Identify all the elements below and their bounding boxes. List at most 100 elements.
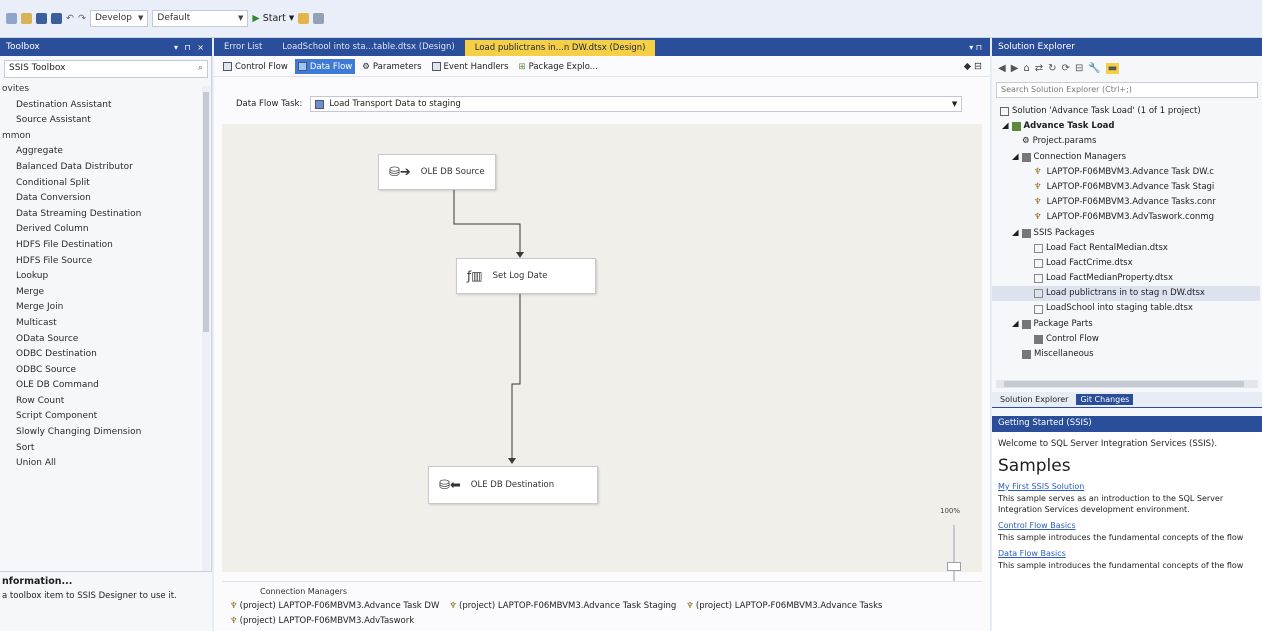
- folder-icon: [1022, 350, 1031, 360]
- tree-item-params[interactable]: ⚙ Project.params: [992, 134, 1260, 149]
- switch-views-icon[interactable]: ⇄: [1035, 63, 1043, 74]
- toolbox-item[interactable]: Conditional Split: [0, 176, 200, 192]
- tree-item-project[interactable]: ◢ Advance Task Load: [992, 119, 1260, 134]
- tab-loadschool[interactable]: LoadSchool into sta...table.dtsx (Design…: [272, 39, 464, 55]
- save-icon[interactable]: [36, 12, 47, 24]
- toolbox-item[interactable]: HDFS File Destination: [0, 238, 200, 254]
- solution-search-input[interactable]: Search Solution Explorer (Ctrl+;): [996, 82, 1258, 98]
- toolbox-item[interactable]: Sort: [0, 441, 200, 457]
- connection-manager-item[interactable]: ♆ (project) LAPTOP-F06MBVM3.Advance Task …: [230, 601, 439, 611]
- preview-icon[interactable]: ▬: [1105, 62, 1120, 74]
- open-icon[interactable]: [21, 12, 32, 24]
- tree-item-package-selected[interactable]: Load publictrans in to stag n DW.dtsx: [992, 286, 1260, 302]
- tree-item-control-flow[interactable]: Control Flow: [992, 332, 1260, 347]
- tab-error-list[interactable]: Error List: [214, 39, 272, 55]
- tree-item-connection-managers[interactable]: ◢ Connection Managers: [992, 150, 1260, 165]
- ole-db-source[interactable]: ⛁➔ OLE DB Source: [378, 154, 496, 190]
- save-all-icon[interactable]: [51, 12, 62, 24]
- tree-item-package[interactable]: LoadSchool into staging table.dtsx: [992, 301, 1260, 316]
- platform-dropdown[interactable]: Default ▼: [152, 9, 249, 27]
- properties-icon[interactable]: 🔧: [1088, 63, 1100, 74]
- tree-item-connection[interactable]: ♆ LAPTOP-F06MBVM3.Advance Task DW.c: [992, 165, 1260, 180]
- toolbox-scrollbar[interactable]: [202, 86, 210, 604]
- toolbox-item[interactable]: Row Count: [0, 394, 200, 410]
- toolbox-item[interactable]: Merge Join: [0, 300, 200, 316]
- solution-icon: [1000, 107, 1009, 117]
- tab-parameters[interactable]: ⚙ Parameters: [359, 59, 424, 74]
- data-flow-icon: [297, 62, 307, 71]
- tab-menu-icon[interactable]: ▾ ⊓: [969, 43, 990, 52]
- toolbox-item[interactable]: Merge: [0, 285, 200, 301]
- tree-item-package-parts[interactable]: ◢ Package Parts: [992, 317, 1260, 332]
- grid-icon[interactable]: [313, 12, 325, 24]
- connection-manager-item[interactable]: ♆ (project) LAPTOP-F06MBVM3.Advance Tasks: [686, 601, 882, 611]
- tree-item-package[interactable]: Load FactMedianProperty.dtsx: [992, 271, 1260, 286]
- tab-package-explorer[interactable]: ⊞ Package Explo...: [515, 59, 600, 74]
- toolbox-item[interactable]: ODBC Destination: [0, 347, 200, 363]
- tab-event-handlers[interactable]: Event Handlers: [429, 59, 512, 74]
- data-flow-canvas[interactable]: ⛁➔ OLE DB Source ƒ▥ Set Log Date ⛁⬅ OLE …: [222, 124, 982, 630]
- sample-link[interactable]: Control Flow Basics: [992, 515, 1262, 530]
- solution-tree: Solution 'Advance Task Load' (1 of 1 pro…: [992, 104, 1260, 370]
- toolbox-item[interactable]: Data Streaming Destination: [0, 207, 200, 223]
- toolbox-item[interactable]: Aggregate: [0, 144, 200, 160]
- toolbox-item[interactable]: Multicast: [0, 316, 200, 332]
- designer-options-icon[interactable]: ◆ ⊟: [964, 61, 982, 72]
- data-flow-task-dropdown[interactable]: Load Transport Data to staging ▼: [310, 96, 963, 112]
- panel-controls[interactable]: ▾ ⊓ ×: [174, 43, 206, 52]
- toolbox-item[interactable]: HDFS File Source: [0, 254, 200, 270]
- toolbox-item[interactable]: Destination Assistant: [0, 98, 200, 114]
- tab-solution-explorer[interactable]: Solution Explorer: [996, 394, 1072, 405]
- sample-description: This sample introduces the fundamental c…: [998, 533, 1244, 542]
- tree-item-miscellaneous[interactable]: Miscellaneous: [992, 347, 1260, 362]
- toolbox-item[interactable]: Data Conversion: [0, 191, 200, 207]
- folder-icon: [1021, 319, 1031, 329]
- sample-link[interactable]: Data Flow Basics: [992, 543, 1262, 558]
- solution-horizontal-scrollbar[interactable]: [996, 380, 1258, 388]
- pending-changes-icon[interactable]: ↻: [1048, 63, 1056, 74]
- connection-manager-item[interactable]: ♆ (project) LAPTOP-F06MBVM3.AdvTaswork: [230, 616, 414, 626]
- back-icon[interactable]: ◀: [998, 63, 1006, 74]
- tab-data-flow[interactable]: Data Flow: [294, 59, 356, 74]
- toolbox-item[interactable]: OLE DB Command: [0, 378, 200, 394]
- toolbox-item[interactable]: Union All: [0, 456, 200, 472]
- tree-item-package[interactable]: Load Fact RentalMedian.dtsx: [992, 241, 1260, 256]
- sample-link[interactable]: My First SSIS Solution: [992, 476, 1262, 491]
- collapse-all-icon[interactable]: ⊟: [1075, 63, 1083, 74]
- toolbox-search-input[interactable]: SSIS Toolbox ⌕: [4, 60, 208, 78]
- new-project-icon[interactable]: [6, 12, 17, 24]
- toolbox-item[interactable]: Balanced Data Distributor: [0, 160, 200, 176]
- ole-db-destination[interactable]: ⛁⬅ OLE DB Destination: [428, 466, 598, 504]
- toolbox-item[interactable]: Slowly Changing Dimension: [0, 425, 200, 441]
- tab-control-flow[interactable]: Control Flow: [220, 59, 291, 74]
- database-destination-icon: ⛁⬅: [439, 477, 461, 493]
- redo-icon[interactable]: ↷: [78, 13, 86, 24]
- tree-item-solution[interactable]: Solution 'Advance Task Load' (1 of 1 pro…: [992, 104, 1260, 119]
- tree-item-connection[interactable]: ♆ LAPTOP-F06MBVM3.Advance Task Stagi: [992, 180, 1260, 195]
- toolbox-item[interactable]: Lookup: [0, 269, 200, 285]
- tab-load-publictrans[interactable]: Load publictrans in...n DW.dtsx (Design): [464, 40, 656, 56]
- undo-icon[interactable]: ↶: [66, 13, 74, 24]
- tree-item-connection[interactable]: ♆ LAPTOP-F06MBVM3.AdvTaswork.conmg: [992, 210, 1260, 225]
- forward-icon[interactable]: ▶: [1011, 63, 1019, 74]
- tree-item-ssis-packages[interactable]: ◢ SSIS Packages: [992, 226, 1260, 241]
- toolbox-item[interactable]: Script Component: [0, 409, 200, 425]
- start-button[interactable]: ▶ Start ▼: [252, 13, 294, 24]
- toolbox-item[interactable]: Derived Column: [0, 222, 200, 238]
- connection-manager-item[interactable]: ♆ (project) LAPTOP-F06MBVM3.Advance Task …: [449, 601, 676, 611]
- home-icon[interactable]: ⌂: [1023, 63, 1029, 74]
- toolbox-item[interactable]: Source Assistant: [0, 113, 200, 129]
- zoom-slider-handle[interactable]: [947, 562, 961, 571]
- tree-item-package[interactable]: Load FactCrime.dtsx: [992, 256, 1260, 271]
- database-source-icon: ⛁➔: [389, 164, 411, 180]
- toolbox-category[interactable]: mmon: [0, 129, 200, 145]
- tab-git-changes[interactable]: Git Changes: [1076, 394, 1134, 405]
- attach-icon[interactable]: [298, 12, 310, 24]
- derived-column-set-log-date[interactable]: ƒ▥ Set Log Date: [456, 258, 596, 294]
- sync-icon[interactable]: ⟳: [1062, 63, 1070, 74]
- toolbox-item[interactable]: ODBC Source: [0, 363, 200, 379]
- tree-item-connection[interactable]: ♆ LAPTOP-F06MBVM3.Advance Tasks.conr: [992, 195, 1260, 210]
- configuration-dropdown[interactable]: Develop ▼: [89, 9, 149, 27]
- toolbox-category[interactable]: ovites: [0, 82, 200, 98]
- toolbox-item[interactable]: OData Source: [0, 332, 200, 348]
